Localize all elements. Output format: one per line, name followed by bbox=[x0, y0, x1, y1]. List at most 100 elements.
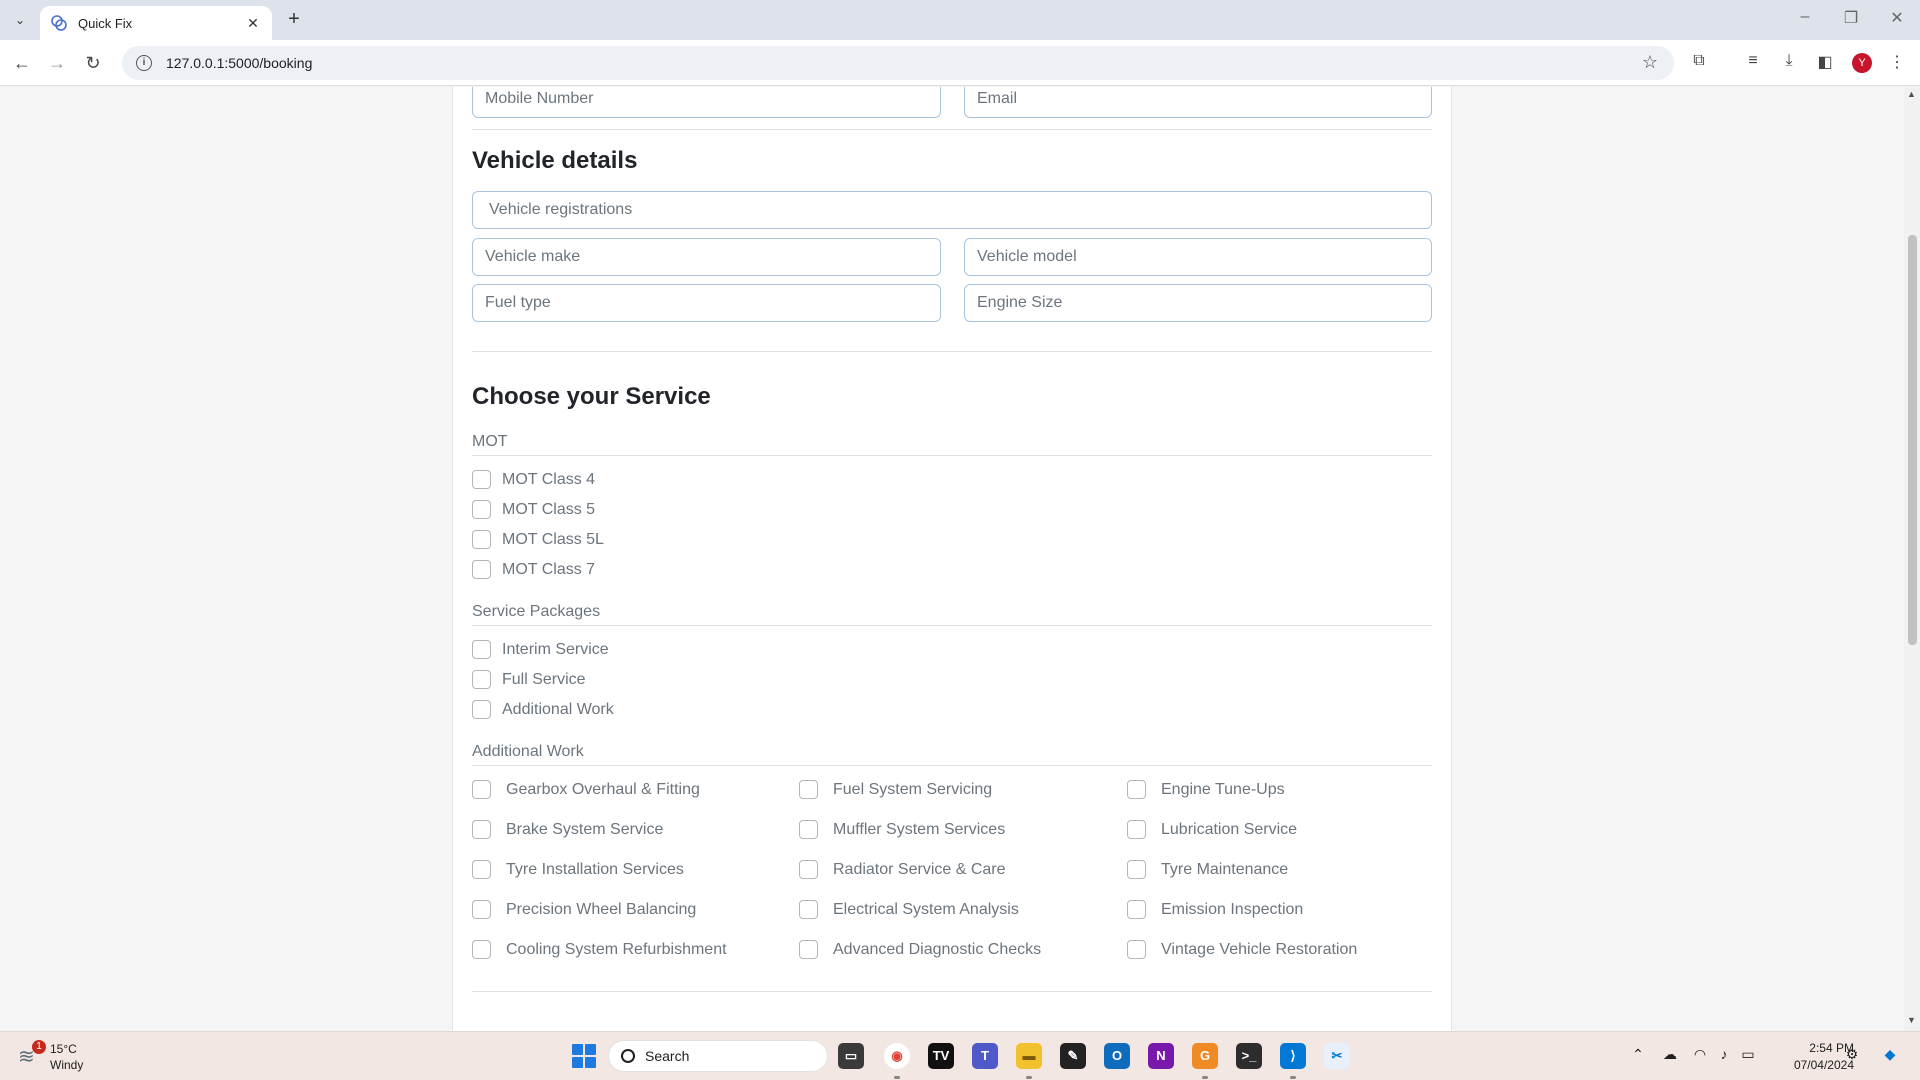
additional-work-option[interactable]: Fuel System Servicing bbox=[799, 780, 992, 799]
address-bar[interactable]: i 127.0.0.1:5000/booking ☆ bbox=[122, 46, 1674, 80]
taskbar-search[interactable]: Search bbox=[608, 1040, 828, 1072]
mot-class-5-checkbox[interactable]: MOT Class 5 bbox=[472, 500, 595, 519]
checkbox-box[interactable] bbox=[799, 900, 818, 919]
bookmark-star-icon[interactable]: ☆ bbox=[1642, 52, 1658, 73]
terminal-icon[interactable]: >_ bbox=[1236, 1043, 1262, 1069]
tradingview-icon[interactable]: TV bbox=[928, 1043, 954, 1069]
checkbox-box[interactable] bbox=[1127, 940, 1146, 959]
checkbox-box[interactable] bbox=[1127, 860, 1146, 879]
show-hidden-icons-chevron-icon[interactable]: ⌃ bbox=[1628, 1046, 1648, 1063]
snipping-tool-icon[interactable]: ✂ bbox=[1324, 1043, 1350, 1069]
mobile-number-field[interactable]: Mobile Number bbox=[472, 87, 941, 118]
mot-class-7-checkbox[interactable]: MOT Class 7 bbox=[472, 560, 595, 579]
additional-work-option[interactable]: Emission Inspection bbox=[1127, 900, 1303, 919]
settings-gear-icon[interactable]: ⚙ bbox=[1842, 1046, 1862, 1063]
checkbox-label: Cooling System Refurbishment bbox=[506, 940, 727, 958]
checkbox-box[interactable] bbox=[1127, 780, 1146, 799]
pen-app-icon[interactable]: ✎ bbox=[1060, 1043, 1086, 1069]
onedrive-cloud-icon[interactable]: ☁ bbox=[1660, 1046, 1680, 1063]
task-view-icon[interactable]: ▭ bbox=[838, 1043, 864, 1069]
onenote-icon[interactable]: N bbox=[1148, 1043, 1174, 1069]
engine-size-field[interactable]: Engine Size bbox=[964, 284, 1432, 322]
email-field[interactable]: Email bbox=[964, 87, 1432, 118]
orange-app-icon[interactable]: G bbox=[1192, 1043, 1218, 1069]
checkbox-box[interactable] bbox=[799, 940, 818, 959]
additional-work-option[interactable]: Lubrication Service bbox=[1127, 820, 1297, 839]
additional-work-option[interactable]: Precision Wheel Balancing bbox=[472, 900, 696, 919]
checkbox-box[interactable] bbox=[472, 860, 491, 879]
vehicle-model-field[interactable]: Vehicle model bbox=[964, 238, 1432, 276]
profile-avatar[interactable]: Y bbox=[1852, 53, 1872, 73]
window-close-icon[interactable]: ✕ bbox=[1882, 8, 1912, 28]
additional-work-option[interactable]: Tyre Installation Services bbox=[472, 860, 684, 879]
additional-work-option[interactable]: Vintage Vehicle Restoration bbox=[1127, 940, 1357, 959]
media-controls-icon[interactable]: ≡ bbox=[1742, 52, 1764, 70]
weather-description[interactable]: Windy bbox=[50, 1058, 83, 1072]
checkbox-box[interactable] bbox=[799, 780, 818, 799]
additional-work-option[interactable]: Engine Tune-Ups bbox=[1127, 780, 1285, 799]
back-arrow-icon[interactable]: ← bbox=[9, 50, 35, 76]
checkbox-box[interactable] bbox=[472, 940, 491, 959]
checkbox-box[interactable] bbox=[472, 780, 491, 799]
additional-work-option[interactable]: Radiator Service & Care bbox=[799, 860, 1006, 879]
scroll-up-arrow-icon[interactable]: ▲ bbox=[1907, 89, 1916, 99]
volume-icon[interactable]: ♪ bbox=[1714, 1046, 1734, 1062]
scrollbar-thumb[interactable] bbox=[1908, 235, 1917, 645]
windows-start-icon[interactable] bbox=[572, 1044, 596, 1068]
additional-work-option[interactable]: Gearbox Overhaul & Fitting bbox=[472, 780, 700, 799]
checkbox-box[interactable] bbox=[799, 860, 818, 879]
additional-work-option[interactable]: Cooling System Refurbishment bbox=[472, 940, 727, 959]
checkbox-box[interactable] bbox=[472, 670, 491, 689]
file-explorer-icon[interactable]: ▬ bbox=[1016, 1043, 1042, 1069]
teams-icon[interactable]: T bbox=[972, 1043, 998, 1069]
side-panel-icon[interactable]: ◧ bbox=[1814, 52, 1836, 72]
full-service-checkbox[interactable]: Full Service bbox=[472, 670, 586, 689]
vehicle-make-field[interactable]: Vehicle make bbox=[472, 238, 941, 276]
restore-icon[interactable]: ❐ bbox=[1836, 8, 1866, 28]
checkbox-box[interactable] bbox=[799, 820, 818, 839]
checkbox-box[interactable] bbox=[472, 900, 491, 919]
checkbox-box[interactable] bbox=[1127, 820, 1146, 839]
additional-work-option[interactable]: Brake System Service bbox=[472, 820, 663, 839]
forward-arrow-icon[interactable]: → bbox=[44, 50, 70, 76]
checkbox-box[interactable] bbox=[472, 820, 491, 839]
extensions-puzzle-icon[interactable]: ⧉ bbox=[1688, 52, 1710, 70]
mot-class-4-checkbox[interactable]: MOT Class 4 bbox=[472, 470, 595, 489]
additional-work-package-checkbox[interactable]: Additional Work bbox=[472, 700, 614, 719]
interim-service-checkbox[interactable]: Interim Service bbox=[472, 640, 609, 659]
checkbox-box[interactable] bbox=[472, 640, 491, 659]
checkbox-box[interactable] bbox=[472, 500, 491, 519]
tab-search-chevron-icon[interactable]: ⌄ bbox=[8, 8, 32, 32]
additional-work-option[interactable]: Advanced Diagnostic Checks bbox=[799, 940, 1041, 959]
minimize-icon[interactable]: – bbox=[1790, 8, 1820, 26]
site-info-icon[interactable]: i bbox=[136, 55, 152, 71]
new-tab-plus-icon[interactable]: + bbox=[282, 8, 306, 32]
checkbox-box[interactable] bbox=[472, 700, 491, 719]
reload-icon[interactable]: ↻ bbox=[80, 50, 106, 76]
copilot-icon[interactable]: ◆ bbox=[1880, 1046, 1900, 1063]
browser-tab[interactable]: Quick Fix ✕ bbox=[40, 6, 272, 40]
weather-temperature[interactable]: 15°C bbox=[50, 1042, 77, 1056]
downloads-icon[interactable]: ⤓ bbox=[1778, 52, 1800, 70]
mot-class-5l-checkbox[interactable]: MOT Class 5L bbox=[472, 530, 604, 549]
vehicle-registration-field[interactable]: Vehicle registrations bbox=[472, 191, 1432, 229]
chrome-icon[interactable]: ◉ bbox=[884, 1043, 910, 1069]
page-scrollbar[interactable]: ▲ ▼ bbox=[1904, 87, 1920, 1031]
scroll-down-arrow-icon[interactable]: ▼ bbox=[1907, 1015, 1916, 1025]
vscode-icon[interactable]: ⟩ bbox=[1280, 1043, 1306, 1069]
additional-work-option[interactable]: Tyre Maintenance bbox=[1127, 860, 1288, 879]
battery-icon[interactable]: ▭ bbox=[1738, 1046, 1758, 1063]
additional-work-option[interactable]: Electrical System Analysis bbox=[799, 900, 1019, 919]
chrome-menu-icon[interactable]: ⋮ bbox=[1886, 52, 1908, 72]
weather-alert-badge: 1 bbox=[32, 1040, 46, 1054]
outlook-icon[interactable]: O bbox=[1104, 1043, 1130, 1069]
checkbox-box[interactable] bbox=[472, 470, 491, 489]
additional-work-option[interactable]: Muffler System Services bbox=[799, 820, 1005, 839]
checkbox-box[interactable] bbox=[1127, 900, 1146, 919]
checkbox-label: Brake System Service bbox=[506, 820, 664, 838]
checkbox-box[interactable] bbox=[472, 530, 491, 549]
wifi-icon[interactable]: ◠ bbox=[1690, 1046, 1710, 1063]
fuel-type-field[interactable]: Fuel type bbox=[472, 284, 941, 322]
tab-close-icon[interactable]: ✕ bbox=[244, 15, 262, 32]
checkbox-box[interactable] bbox=[472, 560, 491, 579]
